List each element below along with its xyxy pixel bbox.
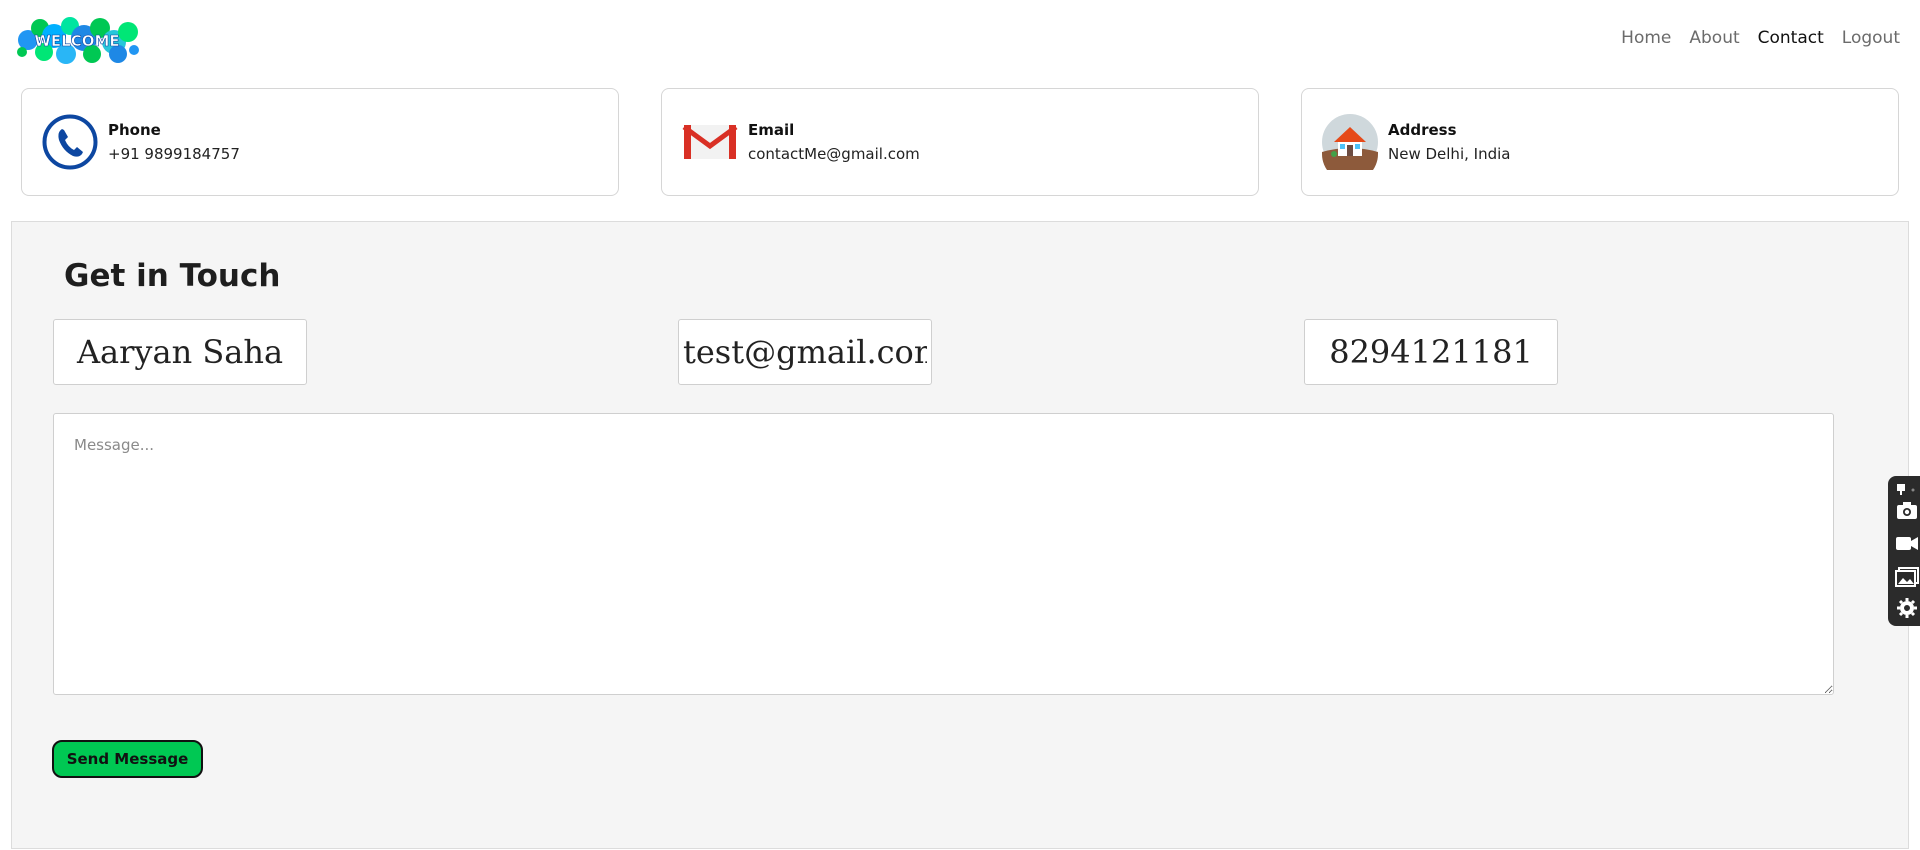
video-icon[interactable] bbox=[1894, 531, 1920, 555]
message-textarea[interactable] bbox=[53, 413, 1834, 695]
address-card-value: New Delhi, India bbox=[1388, 145, 1511, 163]
send-message-button[interactable]: Send Message bbox=[52, 740, 203, 778]
svg-text:WELCOME: WELCOME bbox=[34, 32, 119, 50]
welcome-logo[interactable]: WELCOME bbox=[14, 16, 140, 64]
pin-icon[interactable] bbox=[1894, 482, 1920, 496]
gallery-icon[interactable] bbox=[1894, 564, 1920, 588]
name-input[interactable] bbox=[53, 319, 307, 385]
nav-home[interactable]: Home bbox=[1621, 28, 1671, 48]
nav-about[interactable]: About bbox=[1689, 28, 1739, 48]
side-toolbar bbox=[1888, 476, 1920, 626]
camera-icon[interactable] bbox=[1894, 498, 1920, 522]
phone-card: Phone +91 9899184757 bbox=[21, 88, 619, 196]
email-card-value: contactMe@gmail.com bbox=[748, 145, 920, 163]
house-icon bbox=[1322, 114, 1378, 182]
settings-icon[interactable] bbox=[1894, 596, 1920, 620]
address-card-title: Address bbox=[1388, 121, 1457, 139]
contact-form-panel: Get in Touch Send Message bbox=[11, 221, 1909, 849]
nav-contact[interactable]: Contact bbox=[1758, 28, 1824, 48]
email-input[interactable] bbox=[678, 319, 932, 385]
phone-icon bbox=[42, 114, 98, 170]
phone-card-value: +91 9899184757 bbox=[108, 145, 240, 163]
form-heading: Get in Touch bbox=[64, 258, 281, 294]
phone-input[interactable] bbox=[1304, 319, 1558, 385]
nav-logout[interactable]: Logout bbox=[1842, 28, 1900, 48]
phone-card-title: Phone bbox=[108, 121, 161, 139]
email-card-title: Email bbox=[748, 121, 795, 139]
gmail-icon bbox=[682, 114, 738, 170]
address-card: Address New Delhi, India bbox=[1301, 88, 1899, 196]
welcome-logo-graphic: WELCOME bbox=[17, 17, 139, 64]
email-card: Email contactMe@gmail.com bbox=[661, 88, 1259, 196]
main-nav: Home About Contact Logout bbox=[1621, 28, 1900, 48]
